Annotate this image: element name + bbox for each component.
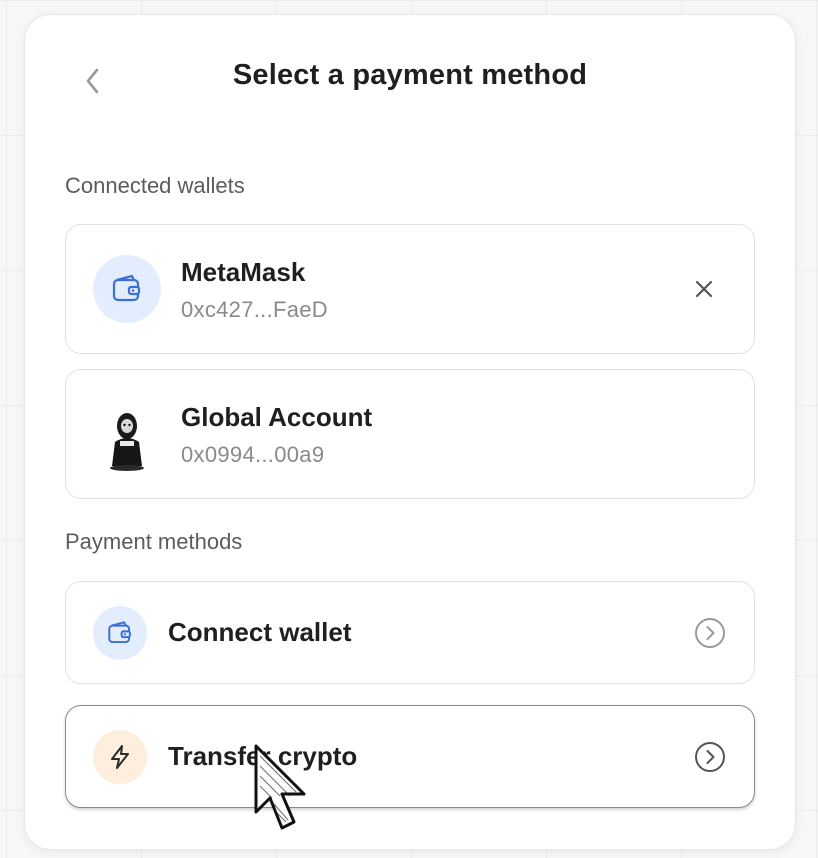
wallet-icon [93, 606, 147, 660]
payment-methods-label: Payment methods [65, 529, 243, 554]
wallet-card-metamask[interactable]: MetaMask 0xc427...FaeD [65, 224, 755, 354]
payment-method-dialog: Select a payment method Connected wallet… [24, 14, 796, 850]
connected-wallets-label: Connected wallets [65, 173, 245, 198]
disconnect-button[interactable] [690, 275, 718, 303]
wallet-icon [93, 255, 161, 323]
lightning-icon [93, 730, 147, 784]
chevron-right-circle-icon [695, 742, 725, 772]
method-label: Transfer crypto [168, 741, 358, 771]
avatar [98, 404, 156, 474]
dialog-title: Select a payment method [232, 59, 588, 91]
wallet-name: MetaMask [181, 257, 306, 287]
close-icon [695, 280, 713, 298]
transfer-crypto-option[interactable]: Transfer crypto [65, 705, 755, 808]
connect-wallet-option[interactable]: Connect wallet [65, 581, 755, 684]
method-label: Connect wallet [168, 617, 352, 647]
wallet-address: 0xc427...FaeD [181, 297, 328, 322]
wallet-name: Global Account [181, 402, 373, 432]
wallet-address: 0x0994...00a9 [181, 442, 325, 467]
chevron-right-circle-icon [695, 618, 725, 648]
wallet-card-global-account[interactable]: Global Account 0x0994...00a9 [65, 369, 755, 499]
